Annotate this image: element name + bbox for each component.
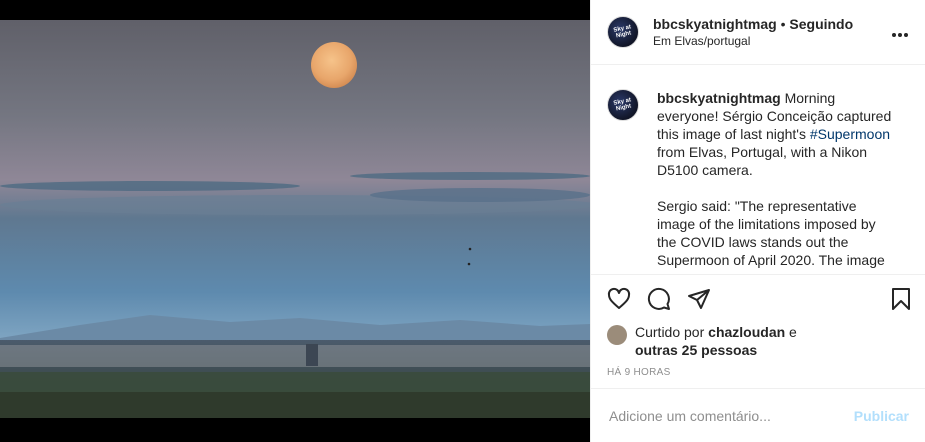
caption-text: bbcskyatnightmag Morning everyone! Sérgi…: [657, 89, 897, 274]
liker-username[interactable]: chazloudan: [708, 324, 785, 340]
caption-username[interactable]: bbcskyatnightmag: [657, 90, 781, 106]
post-timestamp[interactable]: HÁ 9 HORAS: [591, 367, 925, 378]
caption-paragraph-1: bbcskyatnightmag Morning everyone! Sérgi…: [657, 89, 897, 179]
post-sidebar: Sky at Night bbcskyatnightmag • Seguindo…: [590, 0, 925, 442]
comment-form: Publicar: [591, 388, 925, 442]
publish-button[interactable]: Publicar: [854, 408, 909, 424]
supermoon-photo: [0, 0, 590, 442]
separator-dot: •: [780, 16, 786, 32]
more-options-icon[interactable]: [891, 22, 909, 43]
likes-conj: e: [785, 324, 797, 340]
likes-text: Curtido por chazloudan e outras 25 pesso…: [635, 323, 797, 359]
post-header: Sky at Night bbcskyatnightmag • Seguindo…: [591, 0, 925, 65]
hashtag-link[interactable]: #Supermoon: [810, 126, 890, 142]
caption-section: Sky at Night bbcskyatnightmag Morning ev…: [591, 65, 925, 275]
post-photo[interactable]: [0, 0, 590, 442]
header-username[interactable]: bbcskyatnightmag: [653, 16, 777, 32]
others-likes-link[interactable]: outras 25 pessoas: [635, 342, 757, 358]
bookmark-icon[interactable]: [889, 287, 913, 311]
caption-paragraph-2: Sergio said: "The representative image o…: [657, 198, 885, 268]
avatar-logo-text: Sky at Night: [613, 24, 632, 40]
header-title: bbcskyatnightmag • Seguindo: [653, 15, 891, 33]
action-bar: [591, 275, 925, 323]
liker-avatar[interactable]: [607, 325, 627, 345]
likes-summary: Curtido por chazloudan e outras 25 pesso…: [591, 323, 925, 359]
likes-prefix: Curtido por: [635, 324, 709, 340]
comment-icon[interactable]: [647, 287, 671, 311]
avatar[interactable]: Sky at Night: [607, 16, 639, 48]
caption-text-part2: from Elvas, Portugal, with a Nikon D5100…: [657, 144, 868, 178]
location-link[interactable]: Em Elvas/portugal: [653, 33, 891, 49]
header-info: bbcskyatnightmag • Seguindo Em Elvas/por…: [653, 15, 891, 49]
caption-avatar[interactable]: Sky at Night: [607, 89, 639, 121]
caption-avatar-logo-text: Sky at Night: [613, 97, 632, 113]
follow-status-button[interactable]: Seguindo: [789, 16, 853, 32]
heart-icon[interactable]: [607, 287, 631, 311]
send-icon[interactable]: [687, 287, 711, 311]
comment-input[interactable]: [607, 406, 854, 425]
